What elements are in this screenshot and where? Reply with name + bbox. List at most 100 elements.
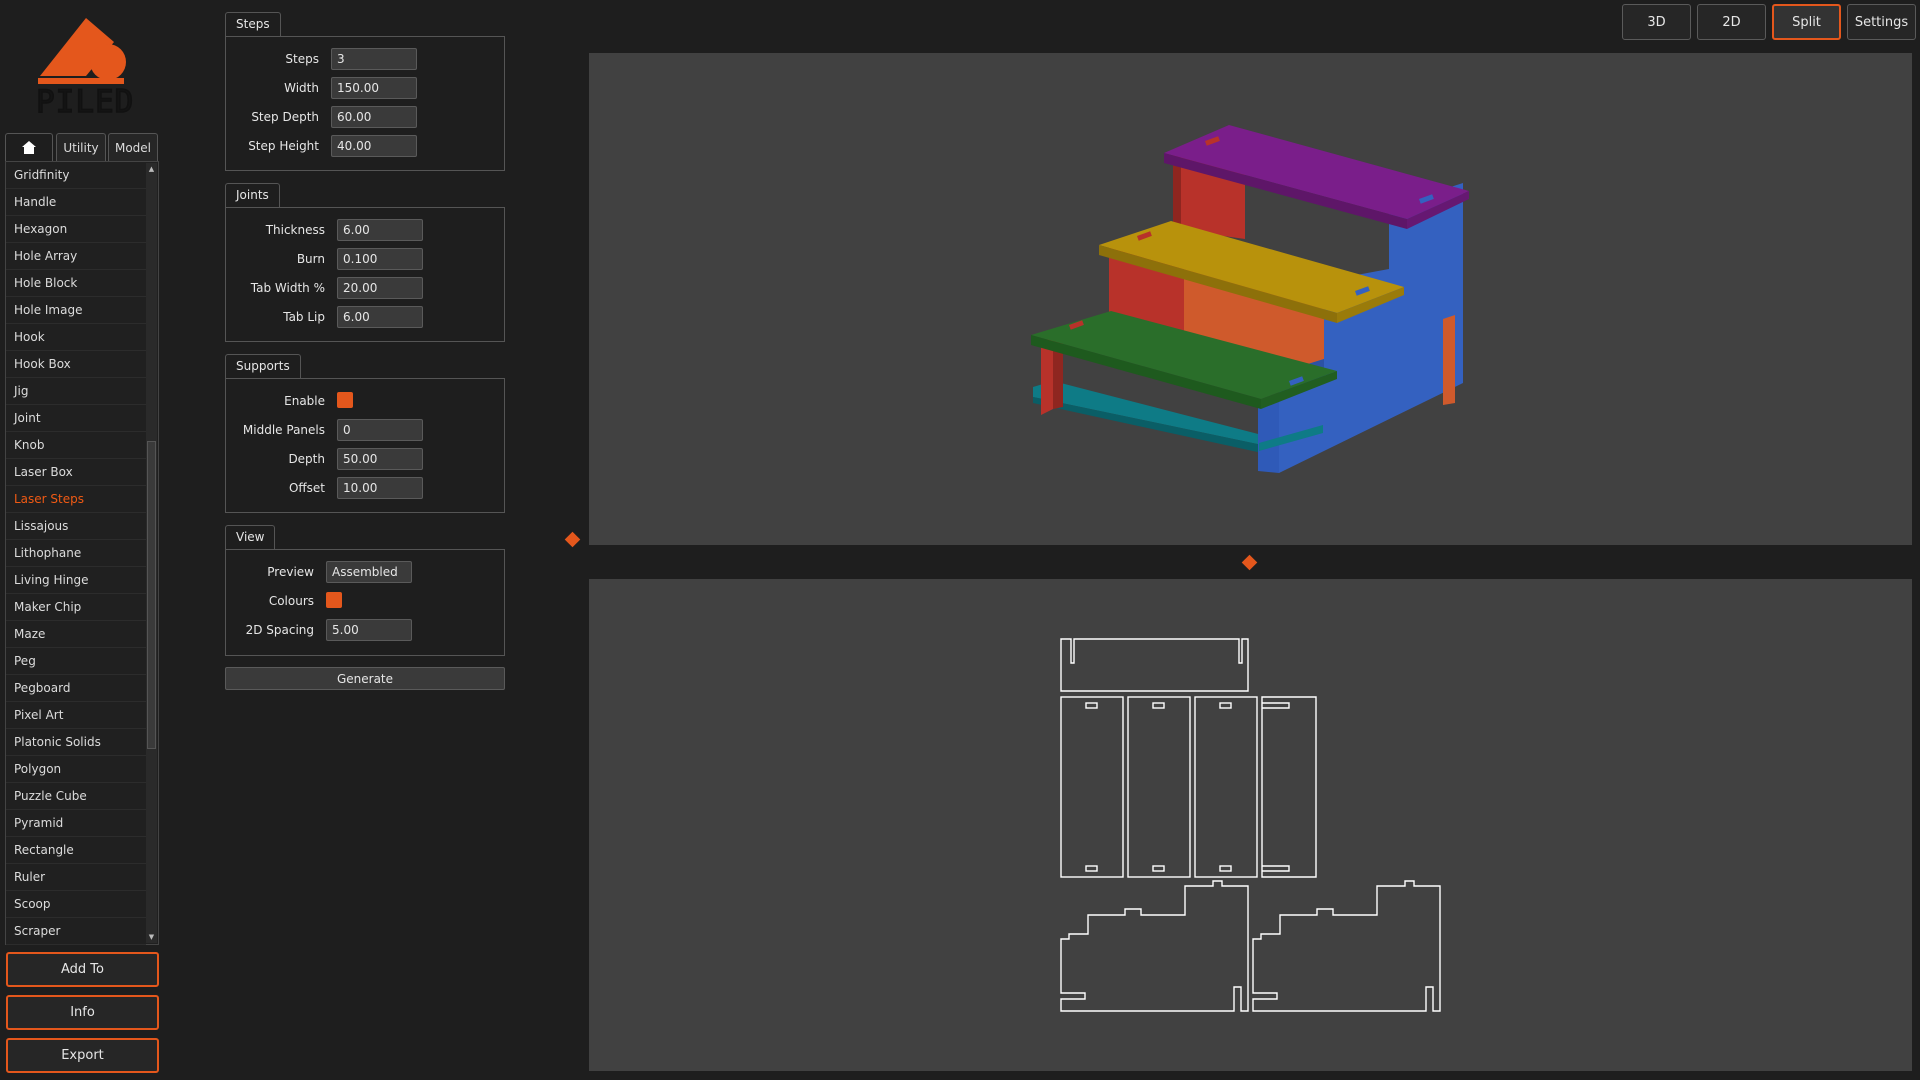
steps-group-tab[interactable]: Steps xyxy=(225,12,281,36)
settings-button[interactable]: Settings xyxy=(1847,4,1916,40)
export-button[interactable]: Export xyxy=(6,1038,159,1073)
tab-width-label: Tab Width % xyxy=(250,281,325,295)
list-item[interactable]: Lithophane xyxy=(6,540,146,567)
support-depth-input[interactable]: 50.00 xyxy=(337,448,423,470)
joints-group-tab[interactable]: Joints xyxy=(225,183,280,207)
generate-button[interactable]: Generate xyxy=(225,667,505,690)
burn-input[interactable]: 0.100 xyxy=(337,248,423,270)
view-group: Preview Assembled Colours 2D Spacing 5.0… xyxy=(225,549,505,656)
list-item[interactable]: Knob xyxy=(6,432,146,459)
info-button[interactable]: Info xyxy=(6,995,159,1030)
list-item[interactable]: Joint xyxy=(6,405,146,432)
spacing-label: 2D Spacing xyxy=(245,623,314,637)
list-item[interactable]: Pixel Art xyxy=(6,702,146,729)
thickness-label: Thickness xyxy=(265,223,325,237)
enable-label: Enable xyxy=(284,394,325,408)
list-item[interactable]: Pyramid xyxy=(6,810,146,837)
list-item[interactable]: Jig xyxy=(6,378,146,405)
list-item[interactable]: Polygon xyxy=(6,756,146,783)
list-item[interactable]: Lissajous xyxy=(6,513,146,540)
preview-select[interactable]: Assembled xyxy=(326,561,412,583)
list-item[interactable]: Hole Image xyxy=(6,297,146,324)
scroll-down-icon[interactable]: ▼ xyxy=(147,932,156,942)
offset-label: Offset xyxy=(288,481,325,495)
step-panel-1 xyxy=(1060,696,1124,878)
tab-lip-input[interactable]: 6.00 xyxy=(337,306,423,328)
logo-text: PILED xyxy=(35,83,135,121)
burn-label: Burn xyxy=(296,252,325,266)
scroll-thumb[interactable] xyxy=(147,441,156,749)
list-item[interactable]: Living Hinge xyxy=(6,567,146,594)
colours-label: Colours xyxy=(268,594,314,608)
width-input[interactable]: 150.00 xyxy=(331,77,417,99)
supports-group: Enable Middle Panels 0 Depth 50.00 Offse… xyxy=(225,378,505,513)
thickness-input[interactable]: 6.00 xyxy=(337,219,423,241)
tab-utility[interactable]: Utility xyxy=(56,133,106,161)
step-panel-2 xyxy=(1127,696,1191,878)
list-item[interactable]: Scraper xyxy=(6,918,146,945)
step-panel-3 xyxy=(1194,696,1258,878)
view-group-tab[interactable]: View xyxy=(225,525,276,549)
middle-panels-label: Middle Panels xyxy=(242,423,325,437)
view-split-button[interactable]: Split xyxy=(1772,4,1841,40)
riser-panel xyxy=(1261,696,1317,878)
model-list: Gridfinity Handle Hexagon Hole Array Hol… xyxy=(5,161,159,945)
view-2d-button[interactable]: 2D xyxy=(1697,4,1766,40)
logo-circle xyxy=(90,44,126,80)
step-depth-input[interactable]: 60.00 xyxy=(331,106,417,128)
list-item[interactable]: Hole Array xyxy=(6,243,146,270)
side-profile-left xyxy=(1060,880,1249,1012)
step-height-label: Step Height xyxy=(248,139,319,153)
viewport-3d[interactable] xyxy=(589,53,1912,545)
orange-support-right xyxy=(1443,315,1455,405)
list-item[interactable]: Ruler xyxy=(6,864,146,891)
list-item[interactable]: Laser Box xyxy=(6,459,146,486)
cut-layout-2d xyxy=(1060,638,1441,1012)
list-item-selected[interactable]: Laser Steps xyxy=(6,486,146,513)
step-height-input[interactable]: 40.00 xyxy=(331,135,417,157)
steps-input[interactable]: 3 xyxy=(331,48,417,70)
scroll-up-icon[interactable]: ▲ xyxy=(147,164,156,174)
home-icon xyxy=(22,141,36,154)
list-item[interactable]: Pegboard xyxy=(6,675,146,702)
middle-panels-input[interactable]: 0 xyxy=(337,419,423,441)
view-3d-button[interactable]: 3D xyxy=(1622,4,1691,40)
colours-checkbox[interactable] xyxy=(326,592,342,608)
enable-checkbox[interactable] xyxy=(337,392,353,408)
width-label: Width xyxy=(284,81,319,95)
list-item[interactable]: Peg xyxy=(6,648,146,675)
list-scrollbar[interactable]: ▲ ▼ xyxy=(146,163,157,943)
list-item[interactable]: Maker Chip xyxy=(6,594,146,621)
steps-group: Steps 3 Width 150.00 Step Depth 60.00 St… xyxy=(225,36,505,171)
list-item[interactable]: Rectangle xyxy=(6,837,146,864)
tab-home[interactable] xyxy=(5,133,53,161)
list-item[interactable]: Puzzle Cube xyxy=(6,783,146,810)
list-item[interactable]: Handle xyxy=(6,189,146,216)
list-item[interactable]: Hexagon xyxy=(6,216,146,243)
side-profile-right xyxy=(1252,880,1441,1012)
spacing-input[interactable]: 5.00 xyxy=(326,619,412,641)
add-to-button[interactable]: Add To xyxy=(6,952,159,987)
tab-width-input[interactable]: 20.00 xyxy=(337,277,423,299)
list-item[interactable]: Maze xyxy=(6,621,146,648)
list-item[interactable]: Gridfinity xyxy=(6,162,146,189)
support-depth-label: Depth xyxy=(288,452,325,466)
list-item[interactable]: Hole Block xyxy=(6,270,146,297)
steps-label: Steps xyxy=(285,52,319,66)
viewport-2d[interactable] xyxy=(589,579,1912,1071)
list-item[interactable]: Platonic Solids xyxy=(6,729,146,756)
tab-model[interactable]: Model xyxy=(108,133,158,161)
step-depth-label: Step Depth xyxy=(251,110,319,124)
vertical-splitter-handle[interactable] xyxy=(564,531,581,548)
tab-lip-label: Tab Lip xyxy=(283,310,325,324)
preview-label: Preview xyxy=(267,565,314,579)
list-item[interactable]: Hook Box xyxy=(6,351,146,378)
horizontal-splitter-handle[interactable] xyxy=(1241,554,1258,571)
steps-3d-model xyxy=(1031,125,1469,473)
back-panel-outline xyxy=(1060,638,1249,692)
offset-input[interactable]: 10.00 xyxy=(337,477,423,499)
supports-group-tab[interactable]: Supports xyxy=(225,354,301,378)
list-item[interactable]: Scoop xyxy=(6,891,146,918)
blue-edge xyxy=(1258,399,1279,473)
list-item[interactable]: Hook xyxy=(6,324,146,351)
